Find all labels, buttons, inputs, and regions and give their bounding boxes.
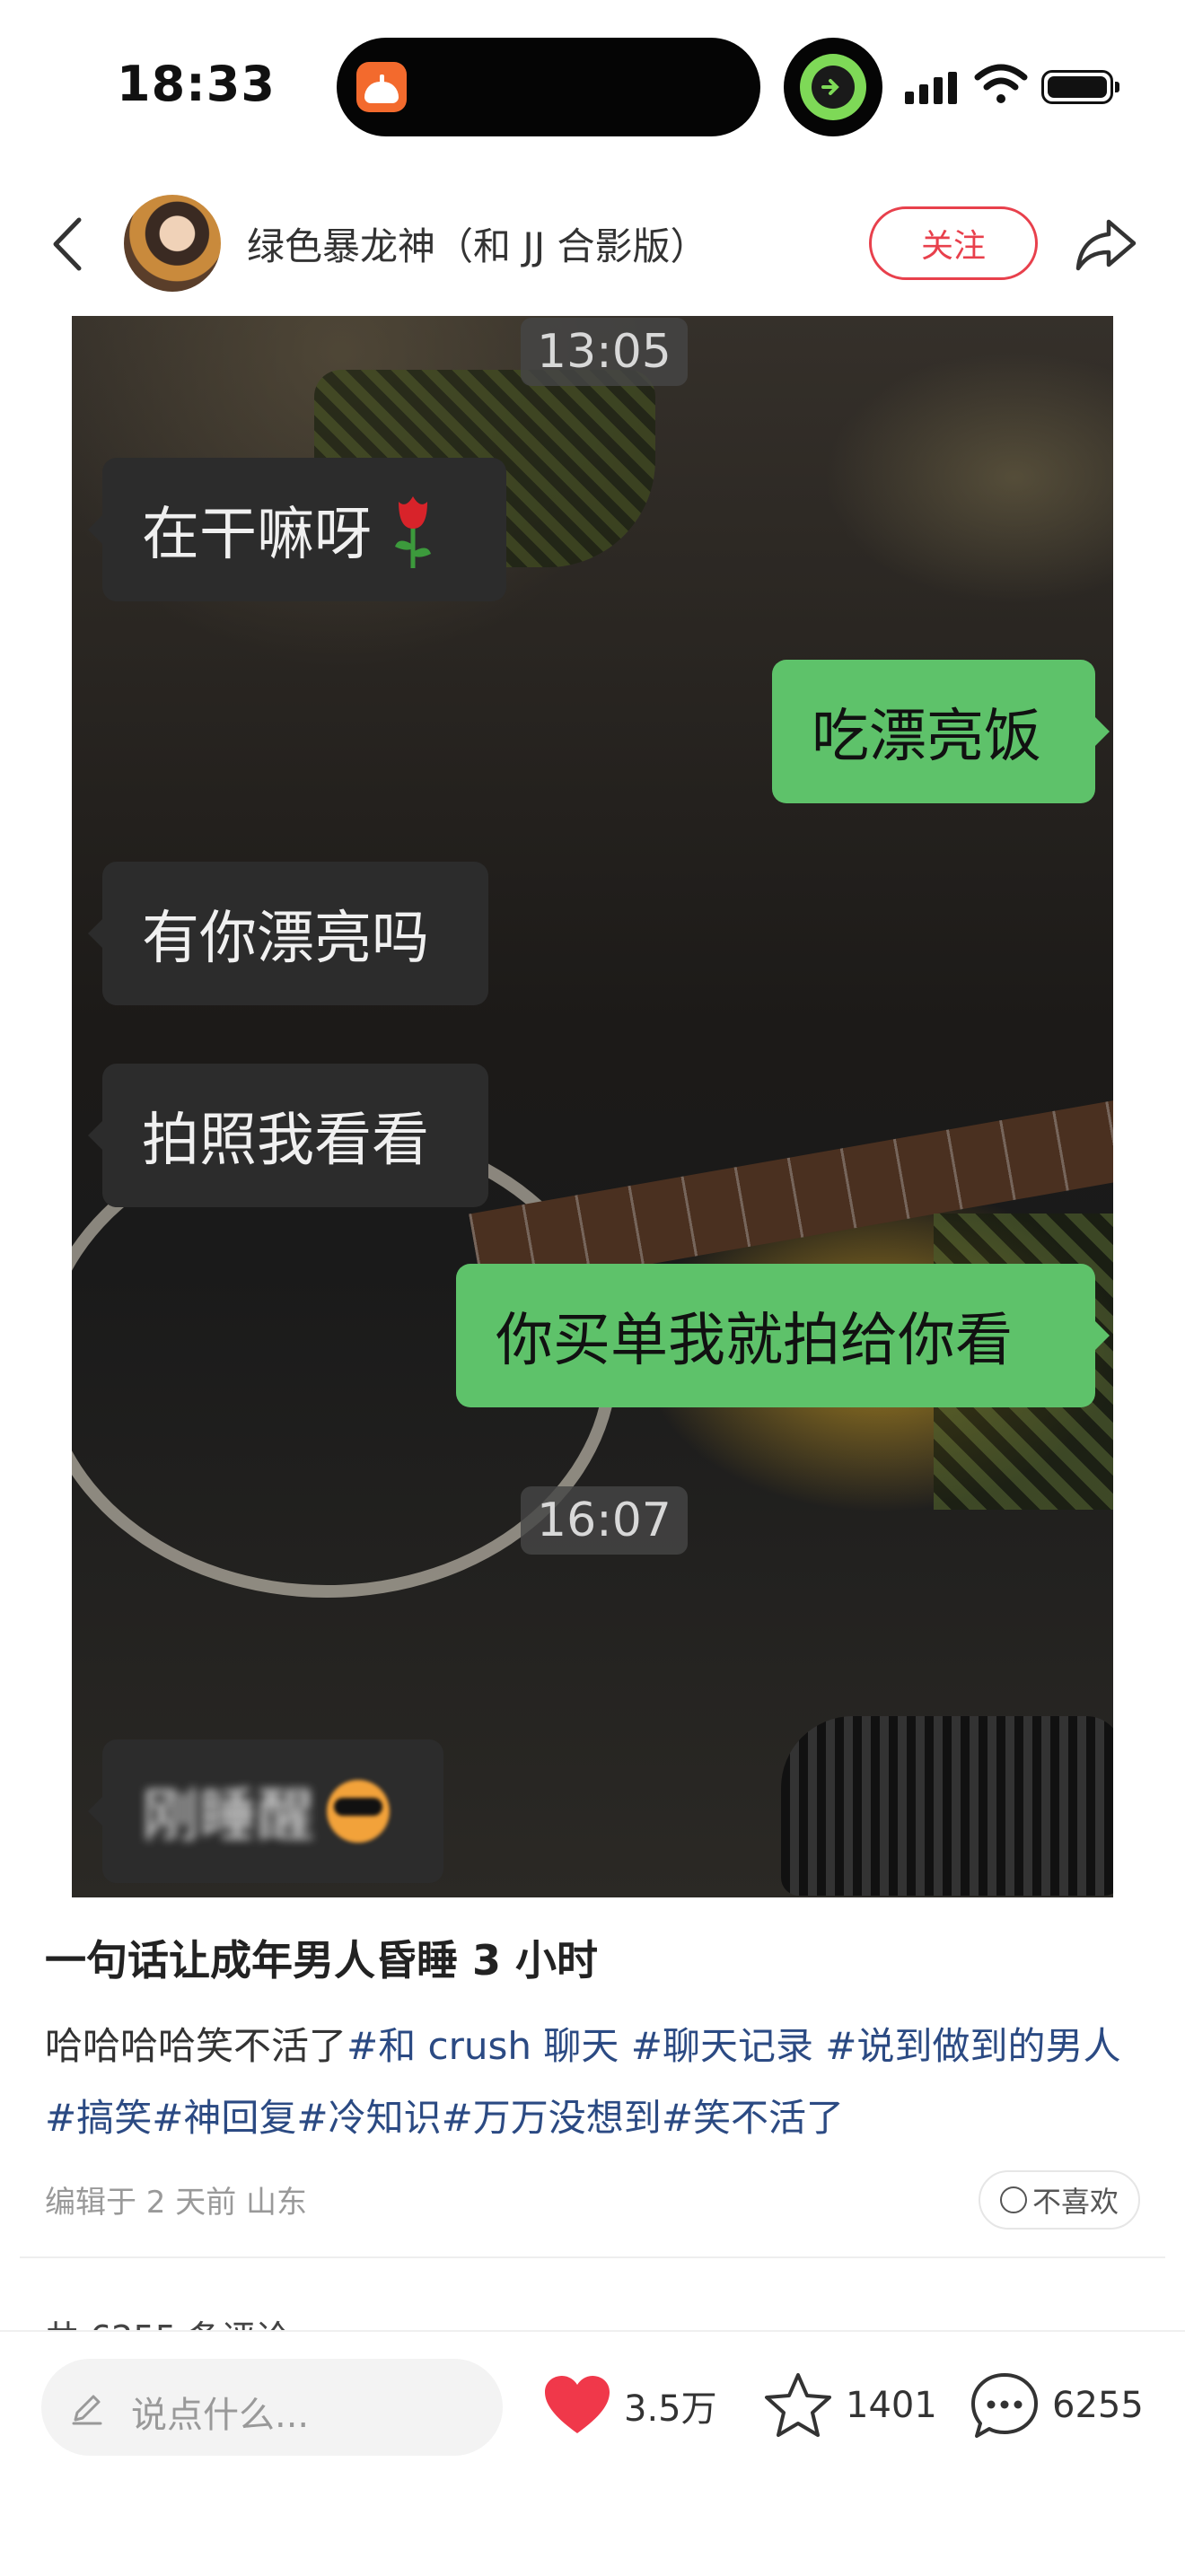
comment-input-placeholder: 说点什么... (131, 2395, 310, 2436)
sunglasses-emoji-icon (327, 1780, 390, 1843)
post-description: 哈哈哈哈笑不活了#和 crush 聊天 #聊天记录 #说到做到的男人 #搞笑#神… (45, 2011, 1140, 2154)
post-image[interactable]: 13:05 在干嘛呀 吃漂亮饭 有你漂亮吗 拍照我看看 你买单我就拍给你看 16… (72, 316, 1113, 1897)
wifi-icon (974, 64, 1028, 103)
dislike-button[interactable]: 不喜欢 (979, 2170, 1140, 2230)
chat-message-blurred: 刚睡醒 (142, 1783, 314, 1850)
battery-icon (1041, 70, 1119, 104)
hashtag-link[interactable]: #和 crush 聊天 (347, 2024, 631, 2068)
divider (20, 2256, 1165, 2258)
chat-bubble-received: 拍照我看看 (88, 1064, 488, 1207)
chat-message: 你买单我就拍给你看 (496, 1308, 1013, 1374)
chat-message: 吃漂亮饭 (812, 704, 1041, 770)
chat-bubble-received: 有你漂亮吗 (88, 862, 488, 1005)
heart-icon (545, 2376, 610, 2433)
comment-input[interactable]: 说点什么... (41, 2359, 503, 2456)
follow-button[interactable]: 关注 (869, 206, 1038, 280)
author-avatar[interactable] (124, 195, 221, 292)
favorite-count: 1401 (846, 2385, 937, 2426)
comment-count: 6255 (1052, 2385, 1144, 2426)
post-title: 一句话让成年男人昏睡 3 小时 (45, 1936, 599, 1985)
photo-shoe (781, 1716, 1113, 1896)
comment-button[interactable]: 6255 (970, 2361, 1144, 2450)
chat-timestamp: 16:07 (521, 1486, 688, 1555)
post-text: 哈哈哈哈笑不活了 (45, 2024, 347, 2068)
chat-bubble-sent: 吃漂亮饭 (772, 660, 1110, 803)
chat-message: 拍照我看看 (142, 1108, 429, 1174)
hashtag-link[interactable]: #笑不活了 (662, 2096, 844, 2140)
dynamic-island[interactable] (337, 38, 760, 136)
status-bar: 18:33 (0, 0, 1185, 171)
hashtag-link[interactable]: #万万没想到 (442, 2096, 662, 2140)
activity-arrow-icon (821, 79, 839, 95)
chat-message: 有你漂亮吗 (142, 906, 429, 972)
status-time: 18:33 (117, 56, 276, 112)
back-arrow-icon[interactable] (45, 213, 90, 276)
like-count: 3.5万 (624, 2388, 717, 2430)
star-icon (765, 2373, 831, 2437)
app-notification-icon (356, 62, 407, 112)
dislike-face-icon (999, 2186, 1027, 2213)
hashtag-link[interactable]: #说到做到的男人 (825, 2024, 1120, 2068)
author-name[interactable]: 绿色暴龙神（和 JJ 合影版） (247, 216, 707, 271)
post-meta: 编辑于 2 天前 山东 (45, 2185, 308, 2221)
chat-bubble-received: 刚睡醒 (88, 1739, 443, 1883)
hashtag-link[interactable]: #神回复 (152, 2096, 296, 2140)
rose-emoji-icon (395, 496, 431, 568)
comment-bubble-icon (971, 2373, 1038, 2438)
bottom-action-bar: 说点什么... 3.5万 1401 6255 (0, 2330, 1185, 2576)
like-button[interactable]: 3.5万 (543, 2361, 717, 2450)
favorite-button[interactable]: 1401 (763, 2361, 937, 2450)
dislike-label: 不喜欢 (1031, 2185, 1119, 2219)
activity-indicator[interactable] (784, 38, 882, 136)
post-header: 绿色暴龙神（和 JJ 合影版） 关注 (0, 184, 1185, 301)
hashtag-link[interactable]: #聊天记录 (631, 2024, 826, 2068)
chat-bubble-received: 在干嘛呀 (88, 458, 506, 601)
share-icon[interactable] (1073, 209, 1141, 277)
chat-bubble-sent: 你买单我就拍给你看 (456, 1264, 1110, 1407)
hashtag-link[interactable]: #搞笑 (45, 2096, 152, 2140)
pencil-icon (72, 2395, 102, 2425)
chat-message: 在干嘛呀 (142, 502, 372, 568)
chat-timestamp: 13:05 (521, 318, 688, 386)
hashtag-link[interactable]: #冷知识 (296, 2096, 441, 2140)
